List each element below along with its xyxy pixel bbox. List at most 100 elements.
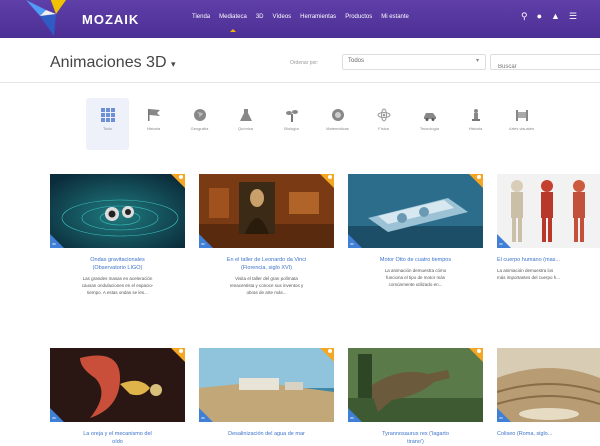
category-tecnologia[interactable]: Tecnología [408,98,451,150]
star-icon[interactable] [179,175,183,179]
animation-card[interactable]: 3D Tyrannosaurus rex ('lagarto tirano') [348,348,483,446]
colosseum-image [497,348,600,422]
card-thumbnail[interactable]: 3D [50,174,185,248]
star-icon[interactable] [477,175,481,179]
category-historia[interactable]: Historia [132,98,175,150]
category-historia-2[interactable]: Historia [454,98,497,150]
star-icon[interactable] [328,349,332,353]
search-input[interactable] [496,63,600,71]
category-select[interactable]: Todos ▾ [342,54,486,70]
category-select-value: Todos [348,58,365,64]
card-title[interactable]: El cuerpo humano (mas... [497,256,600,264]
card-desc-line: Visita el taller del gran polímata [235,276,298,281]
card-desc-line: Las grandes masas en aceleración [82,276,153,281]
main-nav: Tienda Mediateca 3D Vídeos Herramientas … [192,14,409,32]
brand-name[interactable]: MOZAIK [82,12,139,27]
chat-icon[interactable]: ● [537,11,542,22]
category-artes-visuales[interactable]: Artes visuales [500,98,543,150]
category-label: Geografía [190,126,209,131]
card-description: La animación demuestra los más important… [497,267,600,281]
nav-tienda[interactable]: Tienda [192,14,210,20]
search-icon[interactable]: ⚲ [521,11,528,22]
card-desc-line: comúnmente utilizado en... [388,282,443,287]
animation-card[interactable]: 3D Coliseo (Roma, siglo... [497,348,600,438]
card-title[interactable]: Desalinización del agua de mar [199,430,334,438]
star-icon[interactable] [477,349,481,353]
animation-card[interactable]: 3D En el taller de Leonardo da Vinci (Fl… [199,174,334,296]
category-label: Química [238,126,253,131]
statue-icon [471,109,480,121]
animation-card[interactable]: 3D Ondas gravitacionales (Observatorio L… [50,174,185,296]
category-label: Historia [146,126,161,131]
category-label: Física [378,126,389,131]
category-label: Todo [103,126,112,131]
ear-anatomy-image [50,348,185,422]
category-fisica[interactable]: Física [362,98,405,150]
card-description: Las grandes masas en aceleración causan … [50,275,185,296]
card-title-line: tirano') [407,439,424,445]
globe-icon [193,109,206,121]
human-body-image [497,174,600,248]
chevron-down-icon: ▾ [170,59,176,69]
card-desc-line: renacentista y conoce sus inventos y [229,283,304,288]
card-desc-line: La animación demuestra cómo [384,268,447,273]
top-navbar: MOZAIK Tienda Mediateca 3D Vídeos Herram… [0,0,600,38]
card-title-line: Coliseo (Roma, siglo... [497,431,553,437]
card-badge-label: 3D [499,242,503,246]
logo-icon[interactable] [26,0,72,40]
card-title[interactable]: Motor Otto de cuatro tiempos [348,256,483,264]
category-quimica[interactable]: Química [224,98,267,150]
card-thumbnail[interactable]: 3D [348,174,483,248]
category-filter-bar: Todo Historia Geografía Química Biología… [86,98,546,150]
card-thumbnail[interactable]: 3D [348,348,483,422]
card-title-line: Tyrannosaurus rex ('lagarto [382,431,449,437]
category-label: Artes visuales [509,126,534,131]
chevron-down-icon: ▾ [475,58,479,64]
nav-mi-estante[interactable]: Mi estante [381,14,409,20]
card-badge-label: 3D [52,416,56,420]
card-title[interactable]: Tyrannosaurus rex ('lagarto tirano') [348,430,483,446]
card-description: La animación demuestra cómo funciona el … [348,267,483,288]
nav-videos[interactable]: Vídeos [272,14,291,20]
card-thumbnail[interactable]: 3D [199,348,334,422]
card-title-line: La oreja y el mecanismo del [83,431,152,437]
category-biologia[interactable]: Biología [270,98,313,150]
card-title-line: El cuerpo humano (mas... [497,257,560,263]
category-geografia[interactable]: Geografía [178,98,221,150]
card-title[interactable]: En el taller de Leonardo da Vinci (Flore… [199,256,334,272]
animation-card[interactable]: 3D Desalinización del agua de mar [199,348,334,438]
star-icon[interactable] [179,349,183,353]
menu-icon[interactable]: ☰ [569,11,577,22]
card-thumbnail[interactable]: 3D [199,174,334,248]
animation-card[interactable]: 3D El cuerpo humano (mas... La animación… [497,174,600,281]
page-title[interactable]: Animaciones 3D ▾ [50,54,175,72]
card-title-line: (Observatorio LIGO) [92,265,143,271]
nav-productos[interactable]: Productos [345,14,372,20]
card-title[interactable]: Coliseo (Roma, siglo... [497,430,600,438]
shapes-icon [331,109,344,121]
card-thumbnail[interactable]: 3D [497,348,600,422]
car-icon [423,113,436,121]
card-thumbnail[interactable]: 3D [50,348,185,422]
nav-herramientas[interactable]: Herramientas [300,14,336,20]
card-title-line: En el taller de Leonardo da Vinci [226,257,307,263]
page-title-text: Animaciones 3D [50,54,167,71]
card-title[interactable]: La oreja y el mecanismo del oído [50,430,185,446]
card-badge-label: 3D [201,242,205,246]
card-desc-line: tiempo. A estas ondas se les... [87,290,148,295]
bell-icon[interactable]: ▲ [551,11,560,22]
card-desc-line: La animación demuestra los [497,268,554,273]
nav-3d[interactable]: 3D [256,14,264,20]
animation-card[interactable]: 3D Motor Otto de cuatro tiempos La anima… [348,174,483,288]
search-field[interactable] [490,54,600,71]
animation-card[interactable]: 3D La oreja y el mecanismo del oído [50,348,185,446]
grid-icon [100,108,115,122]
card-desc-line: obras de arte más... [246,290,287,295]
category-todo[interactable]: Todo [86,98,129,150]
card-badge-label: 3D [350,416,354,420]
nav-mediateca[interactable]: Mediateca [219,14,247,32]
card-thumbnail[interactable]: 3D [497,174,600,248]
category-matematicas[interactable]: Matemáticas [316,98,359,150]
card-title[interactable]: Ondas gravitacionales (Observatorio LIGO… [50,256,185,272]
star-icon[interactable] [328,175,332,179]
